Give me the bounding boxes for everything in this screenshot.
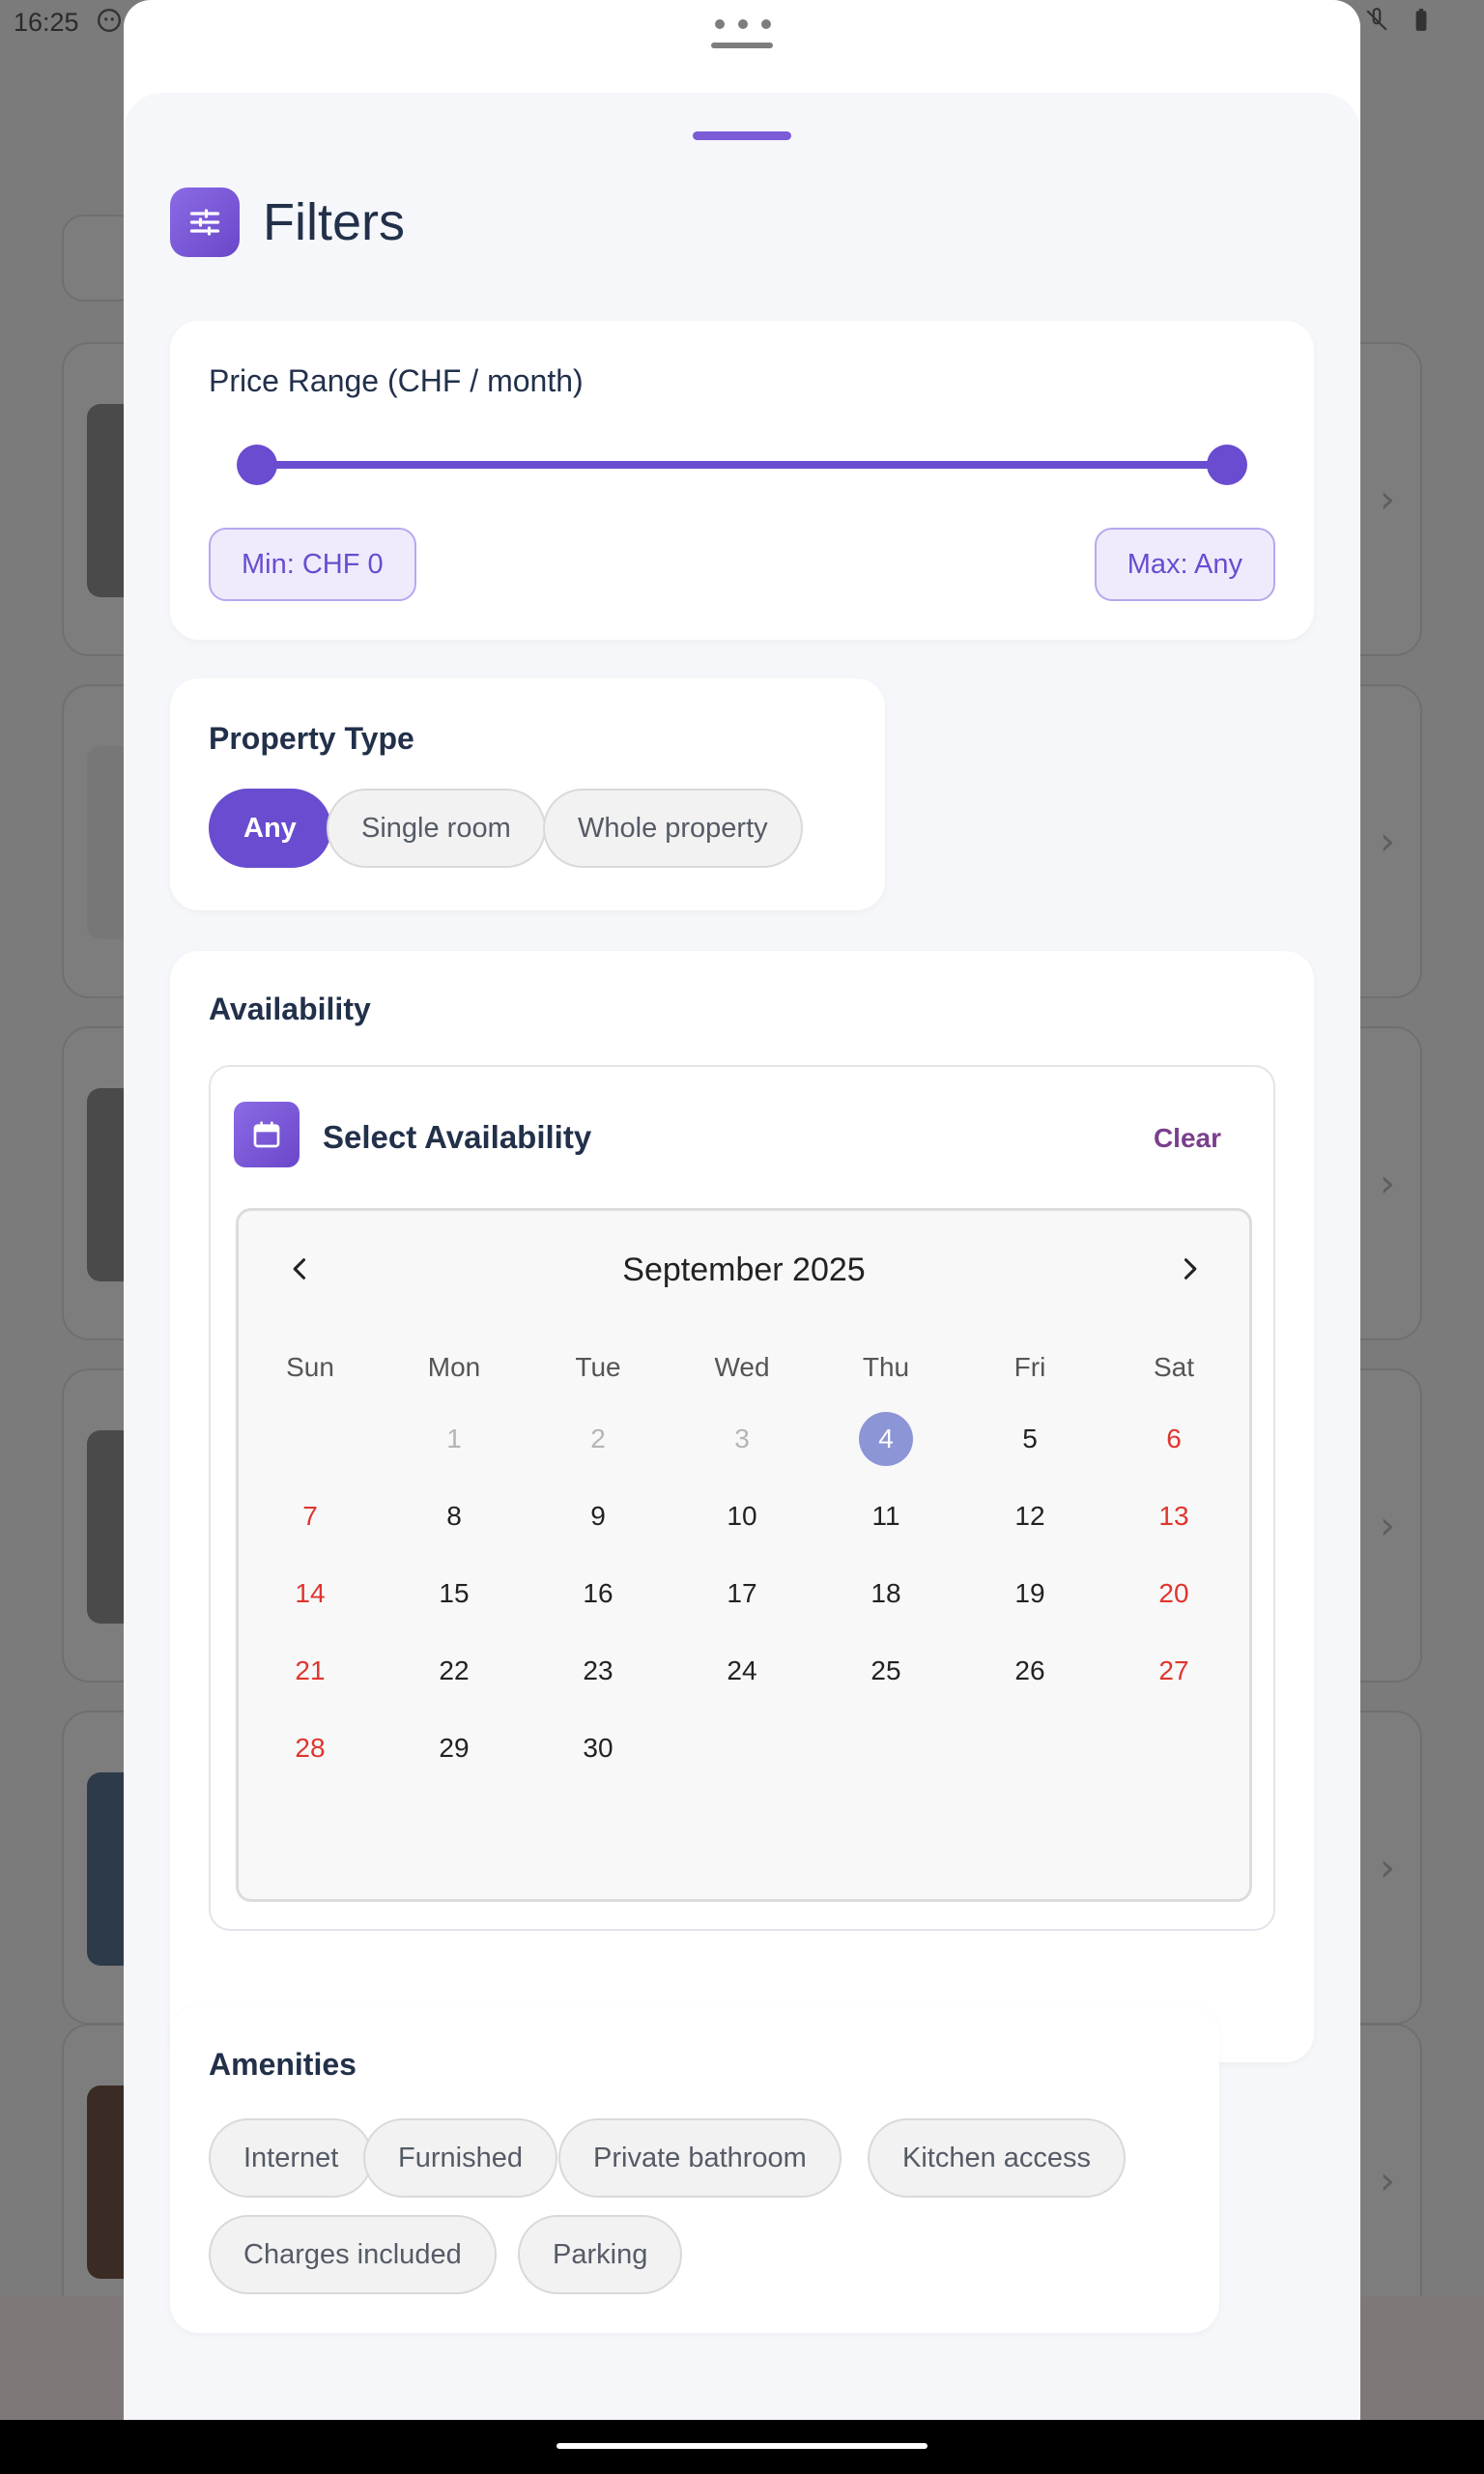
sliders-icon [170, 187, 240, 257]
amenity-chip-furnished[interactable]: Furnished [363, 2118, 557, 2198]
price-min-label: Min: CHF 0 [209, 528, 416, 601]
chevron-right-icon: › [1380, 476, 1395, 522]
amenities-card: Amenities Internet Furnished Private bat… [170, 2006, 1219, 2333]
price-range-title: Price Range (CHF / month) [209, 363, 584, 398]
weekday-label: Fri [1013, 1352, 1046, 1382]
chevron-right-icon: › [1380, 1161, 1395, 1206]
sheet-drag-dots[interactable] [715, 19, 771, 29]
calendar-day[interactable]: 28 [283, 1721, 337, 1775]
calendar-day[interactable]: 1 [427, 1412, 481, 1466]
calendar-day[interactable]: 12 [1003, 1489, 1057, 1543]
chevron-right-icon: › [1380, 819, 1395, 864]
calendar-day[interactable]: 23 [571, 1644, 625, 1698]
calendar-day[interactable]: 30 [571, 1721, 625, 1775]
weekday-label: Sun [286, 1352, 334, 1382]
calendar-day[interactable]: 11 [859, 1489, 913, 1543]
chevron-right-icon [1184, 1258, 1197, 1280]
price-max-label: Max: Any [1094, 528, 1275, 601]
home-gesture-pill[interactable] [556, 2443, 928, 2449]
calendar-day[interactable]: 9 [571, 1489, 625, 1543]
calendar-day[interactable]: 20 [1147, 1567, 1201, 1621]
calendar-day[interactable]: 17 [715, 1567, 769, 1621]
price-slider-track[interactable] [257, 461, 1227, 469]
price-range-card: Price Range (CHF / month) Min: CHF 0 Max… [170, 321, 1314, 640]
calendar-day-today[interactable]: 4 [859, 1412, 913, 1466]
panel-grab-handle[interactable] [693, 131, 791, 140]
battery-icon [1415, 9, 1427, 31]
calendar-day[interactable]: 8 [427, 1489, 481, 1543]
calendar-day[interactable]: 7 [283, 1489, 337, 1543]
property-type-card: Property Type Any Single room Whole prop… [170, 678, 885, 910]
weekday-label: Mon [427, 1352, 481, 1382]
calendar-day[interactable]: 26 [1003, 1644, 1057, 1698]
calendar-day[interactable]: 18 [859, 1567, 913, 1621]
calendar-day[interactable]: 2 [571, 1412, 625, 1466]
calendar-day[interactable]: 29 [427, 1721, 481, 1775]
weekday-label: Wed [714, 1352, 770, 1382]
calendar-day[interactable]: 3 [715, 1412, 769, 1466]
clear-availability-button[interactable]: Clear [1154, 1123, 1221, 1154]
status-time: 16:25 [14, 8, 79, 37]
calendar: September 2025 Sun Mon Tue Wed Thu Fri Sat 1 2 3 4… [236, 1208, 1252, 1902]
filters-sheet: Filters Price Range (CHF / month) Min: C… [124, 0, 1360, 2420]
chevron-right-icon: › [1380, 1503, 1395, 1548]
weekday-label: Tue [575, 1352, 621, 1382]
amenities-title: Amenities [209, 2047, 357, 2082]
amenity-chip-parking[interactable]: Parking [518, 2215, 683, 2294]
calendar-icon [234, 1102, 300, 1167]
property-type-chip-any[interactable]: Any [209, 789, 331, 868]
amenity-chip-private-bathroom[interactable]: Private bathroom [558, 2118, 842, 2198]
filters-panel: Filters Price Range (CHF / month) Min: C… [124, 93, 1360, 2420]
calendar-day[interactable]: 10 [715, 1489, 769, 1543]
system-navigation-bar [0, 2420, 1484, 2474]
property-type-chip-whole-property[interactable]: Whole property [543, 789, 803, 868]
calendar-day[interactable]: 21 [283, 1644, 337, 1698]
amenity-chip-internet[interactable]: Internet [209, 2118, 374, 2198]
filters-header: Filters [170, 187, 405, 257]
availability-picker: Select Availability Clear September 2025… [209, 1065, 1275, 1931]
calendar-day[interactable]: 19 [1003, 1567, 1057, 1621]
chevron-right-icon: › [1380, 2158, 1395, 2203]
calendar-day[interactable]: 24 [715, 1644, 769, 1698]
calendar-day[interactable]: 13 [1147, 1489, 1201, 1543]
calendar-day[interactable]: 25 [859, 1644, 913, 1698]
calendar-day[interactable]: 6 [1147, 1412, 1201, 1466]
filters-title: Filters [263, 193, 405, 251]
availability-title: Availability [209, 992, 371, 1026]
next-month-button[interactable] [1170, 1250, 1209, 1288]
calendar-month-label: September 2025 [622, 1251, 866, 1288]
price-slider-min-handle[interactable] [237, 445, 277, 485]
property-type-chip-single-room[interactable]: Single room [327, 789, 546, 868]
sheet-drag-handle[interactable] [711, 43, 773, 48]
weekday-label: Sat [1153, 1352, 1195, 1382]
calendar-day[interactable]: 15 [427, 1567, 481, 1621]
amenity-chip-kitchen-access[interactable]: Kitchen access [868, 2118, 1127, 2198]
availability-card: Availability Select Availability Clear S… [170, 951, 1314, 2062]
mute-icon [1366, 8, 1387, 31]
calendar-day[interactable]: 16 [571, 1567, 625, 1621]
price-slider-max-handle[interactable] [1207, 445, 1247, 485]
select-availability-title: Select Availability [323, 1119, 592, 1155]
property-type-title: Property Type [209, 721, 414, 756]
calendar-day[interactable]: 27 [1147, 1644, 1201, 1698]
weekday-label: Thu [862, 1352, 910, 1382]
chevron-right-icon: › [1380, 1845, 1395, 1890]
calendar-day[interactable]: 14 [283, 1567, 337, 1621]
calendar-day[interactable]: 22 [427, 1644, 481, 1698]
amenity-chip-charges-included[interactable]: Charges included [209, 2215, 497, 2294]
face-icon [97, 8, 122, 33]
calendar-day[interactable]: 5 [1003, 1412, 1057, 1466]
